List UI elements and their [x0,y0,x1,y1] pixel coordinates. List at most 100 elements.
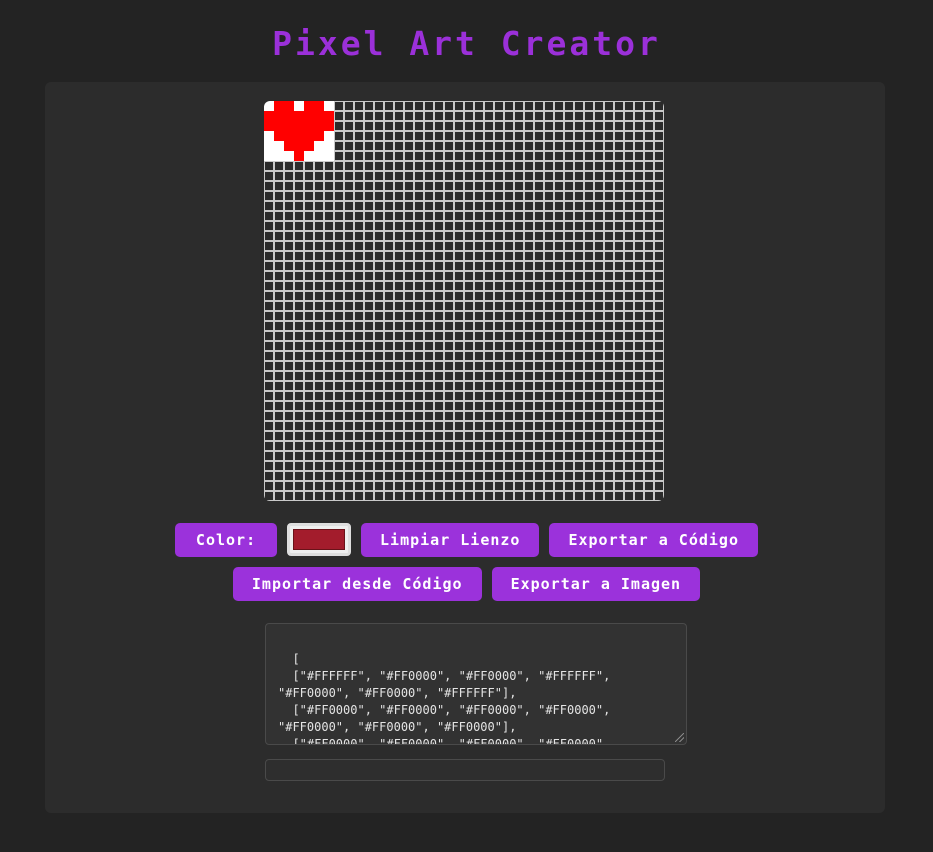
pixel-cell[interactable] [644,431,654,441]
pixel-cell[interactable] [604,181,614,191]
pixel-cell[interactable] [384,401,394,411]
pixel-cell[interactable] [494,301,504,311]
pixel-cell[interactable] [424,421,434,431]
pixel-cell[interactable] [594,281,604,291]
pixel-cell[interactable] [454,341,464,351]
pixel-cell[interactable] [464,301,474,311]
pixel-cell[interactable] [534,221,544,231]
pixel-cell[interactable] [384,131,394,141]
pixel-cell[interactable] [294,321,304,331]
pixel-cell[interactable] [494,191,504,201]
pixel-cell[interactable] [444,201,454,211]
pixel-cell[interactable] [464,441,474,451]
pixel-cell[interactable] [454,251,464,261]
pixel-cell[interactable] [474,141,484,151]
pixel-cell[interactable] [364,281,374,291]
pixel-cell[interactable] [324,421,334,431]
pixel-cell[interactable] [614,401,624,411]
pixel-cell[interactable] [604,171,614,181]
pixel-cell[interactable] [274,491,284,501]
pixel-cell[interactable] [454,311,464,321]
pixel-cell[interactable] [464,251,474,261]
pixel-cell[interactable] [524,121,534,131]
pixel-cell[interactable] [604,401,614,411]
pixel-cell[interactable] [404,211,414,221]
pixel-cell[interactable] [434,421,444,431]
pixel-cell[interactable] [394,391,404,401]
pixel-cell[interactable] [374,371,384,381]
pixel-cell[interactable] [444,131,454,141]
pixel-cell[interactable] [334,101,344,111]
pixel-cell[interactable] [584,491,594,501]
pixel-cell[interactable] [514,201,524,211]
pixel-cell[interactable] [344,181,354,191]
pixel-cell[interactable] [294,371,304,381]
pixel-cell[interactable] [464,361,474,371]
pixel-cell[interactable] [554,341,564,351]
pixel-cell[interactable] [344,371,354,381]
pixel-cell[interactable] [564,331,574,341]
pixel-cell[interactable] [284,161,294,171]
pixel-cell[interactable] [314,301,324,311]
pixel-cell[interactable] [614,141,624,151]
pixel-cell[interactable] [514,261,524,271]
pixel-cell[interactable] [464,241,474,251]
pixel-cell[interactable] [344,461,354,471]
pixel-cell[interactable] [574,151,584,161]
pixel-cell[interactable] [384,251,394,261]
pixel-cell[interactable] [604,151,614,161]
pixel-cell[interactable] [334,111,344,121]
pixel-cell[interactable] [314,101,324,111]
pixel-cell[interactable] [544,151,554,161]
pixel-cell[interactable] [464,371,474,381]
pixel-cell[interactable] [554,161,564,171]
pixel-cell[interactable] [444,401,454,411]
pixel-cell[interactable] [374,321,384,331]
pixel-cell[interactable] [494,161,504,171]
pixel-cell[interactable] [634,361,644,371]
pixel-cell[interactable] [354,371,364,381]
pixel-cell[interactable] [484,191,494,201]
pixel-cell[interactable] [564,421,574,431]
pixel-cell[interactable] [404,191,414,201]
pixel-cell[interactable] [414,231,424,241]
pixel-cell[interactable] [304,321,314,331]
pixel-cell[interactable] [434,311,444,321]
pixel-cell[interactable] [504,201,514,211]
pixel-cell[interactable] [394,211,404,221]
pixel-cell[interactable] [534,251,544,261]
pixel-cell[interactable] [634,451,644,461]
pixel-cell[interactable] [594,241,604,251]
pixel-cell[interactable] [594,331,604,341]
pixel-cell[interactable] [554,291,564,301]
pixel-cell[interactable] [584,391,594,401]
pixel-cell[interactable] [454,431,464,441]
pixel-cell[interactable] [484,271,494,281]
pixel-cell[interactable] [314,361,324,371]
pixel-cell[interactable] [514,231,524,241]
pixel-cell[interactable] [354,401,364,411]
pixel-cell[interactable] [374,451,384,461]
pixel-cell[interactable] [414,391,424,401]
pixel-cell[interactable] [394,131,404,141]
pixel-cell[interactable] [564,411,574,421]
pixel-cell[interactable] [514,371,524,381]
pixel-cell[interactable] [364,141,374,151]
pixel-cell[interactable] [454,231,464,241]
pixel-cell[interactable] [634,191,644,201]
pixel-cell[interactable] [634,201,644,211]
pixel-cell[interactable] [574,391,584,401]
pixel-cell[interactable] [654,361,664,371]
pixel-cell[interactable] [404,301,414,311]
pixel-cell[interactable] [404,131,414,141]
pixel-cell[interactable] [414,201,424,211]
pixel-cell[interactable] [464,471,474,481]
pixel-cell[interactable] [444,121,454,131]
pixel-cell[interactable] [494,471,504,481]
pixel-cell[interactable] [384,201,394,211]
pixel-cell[interactable] [634,321,644,331]
pixel-cell[interactable] [404,161,414,171]
pixel-cell[interactable] [404,451,414,461]
pixel-cell[interactable] [414,451,424,461]
pixel-cell[interactable] [504,371,514,381]
